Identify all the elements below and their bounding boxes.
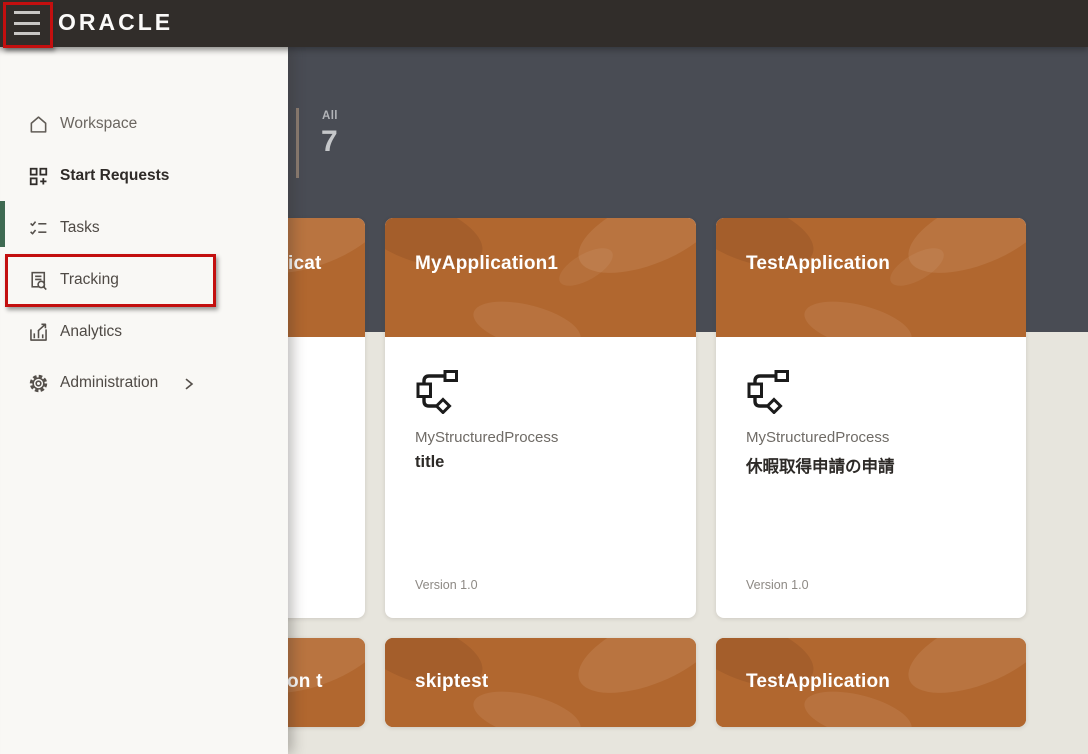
card-header-pattern [716, 218, 1026, 337]
analytics-chart-icon [28, 322, 49, 343]
sidebar-item-label: Administration [60, 374, 158, 392]
card-header-pattern [385, 218, 696, 337]
hamburger-icon [14, 11, 40, 14]
card-header: skiptest [385, 638, 696, 727]
card-version: Version 1.0 [746, 578, 809, 592]
filter-all-label: All [322, 110, 338, 122]
card-header: TestApplication [716, 638, 1026, 727]
app-card-skiptest[interactable]: skiptest [385, 638, 696, 727]
navigation-drawer: Workspace Start Requests [0, 47, 288, 754]
card-title: skiptest [415, 671, 488, 693]
grid-plus-icon [28, 166, 49, 187]
sidebar-item-tracking[interactable]: Tracking [0, 255, 288, 307]
oracle-logo: ORACLE [58, 9, 173, 36]
sidebar-item-start-requests[interactable]: Start Requests [0, 151, 288, 203]
card-title: TestApplication [746, 253, 890, 275]
chevron-right-icon [184, 377, 195, 391]
hamburger-menu-button[interactable] [14, 11, 42, 35]
card-header: MyApplication1 [385, 218, 696, 337]
document-search-icon [28, 270, 49, 291]
workflow-process-icon [415, 368, 461, 414]
process-name: MyStructuredProcess [415, 429, 558, 446]
home-icon [28, 114, 49, 135]
filter-all-count: 7 [321, 125, 338, 159]
sidebar-item-tasks[interactable]: Tasks [0, 203, 288, 255]
app-root: All 7 icat MyApplication1 MyStructuredPr… [0, 0, 1088, 754]
sidebar-item-workspace[interactable]: Workspace [0, 99, 288, 151]
filter-accent-bar [296, 108, 299, 178]
top-bar: ORACLE [0, 0, 1088, 47]
card-title: icat [288, 253, 322, 275]
card-version: Version 1.0 [415, 578, 478, 592]
sidebar-item-label: Tracking [60, 271, 119, 289]
sidebar-item-label: Workspace [60, 115, 137, 133]
card-title: MyApplication1 [415, 253, 558, 275]
filter-all-tab[interactable]: All 7 [296, 108, 416, 178]
sidebar-item-analytics[interactable]: Analytics [0, 307, 288, 359]
app-card-myapplication1[interactable]: MyApplication1 MyStructuredProcess title… [385, 218, 696, 618]
sidebar-item-label: Analytics [60, 323, 122, 341]
sidebar-item-label: Tasks [60, 219, 100, 237]
workflow-process-icon [746, 368, 792, 414]
gear-icon [28, 373, 49, 394]
checklist-icon [28, 218, 49, 239]
sidebar-item-administration[interactable]: Administration [0, 358, 288, 410]
app-card-testapplication-2[interactable]: TestApplication [716, 638, 1026, 727]
process-name: MyStructuredProcess [746, 429, 889, 446]
sidebar-item-label: Start Requests [60, 167, 169, 185]
process-title[interactable]: 休暇取得申請の申請 [746, 453, 895, 477]
card-title: TestApplication [746, 671, 890, 693]
app-card-testapplication[interactable]: TestApplication MyStructuredProcess 休暇取得… [716, 218, 1026, 618]
process-title[interactable]: title [415, 453, 444, 472]
card-title: on t [287, 671, 323, 693]
card-header: TestApplication [716, 218, 1026, 337]
